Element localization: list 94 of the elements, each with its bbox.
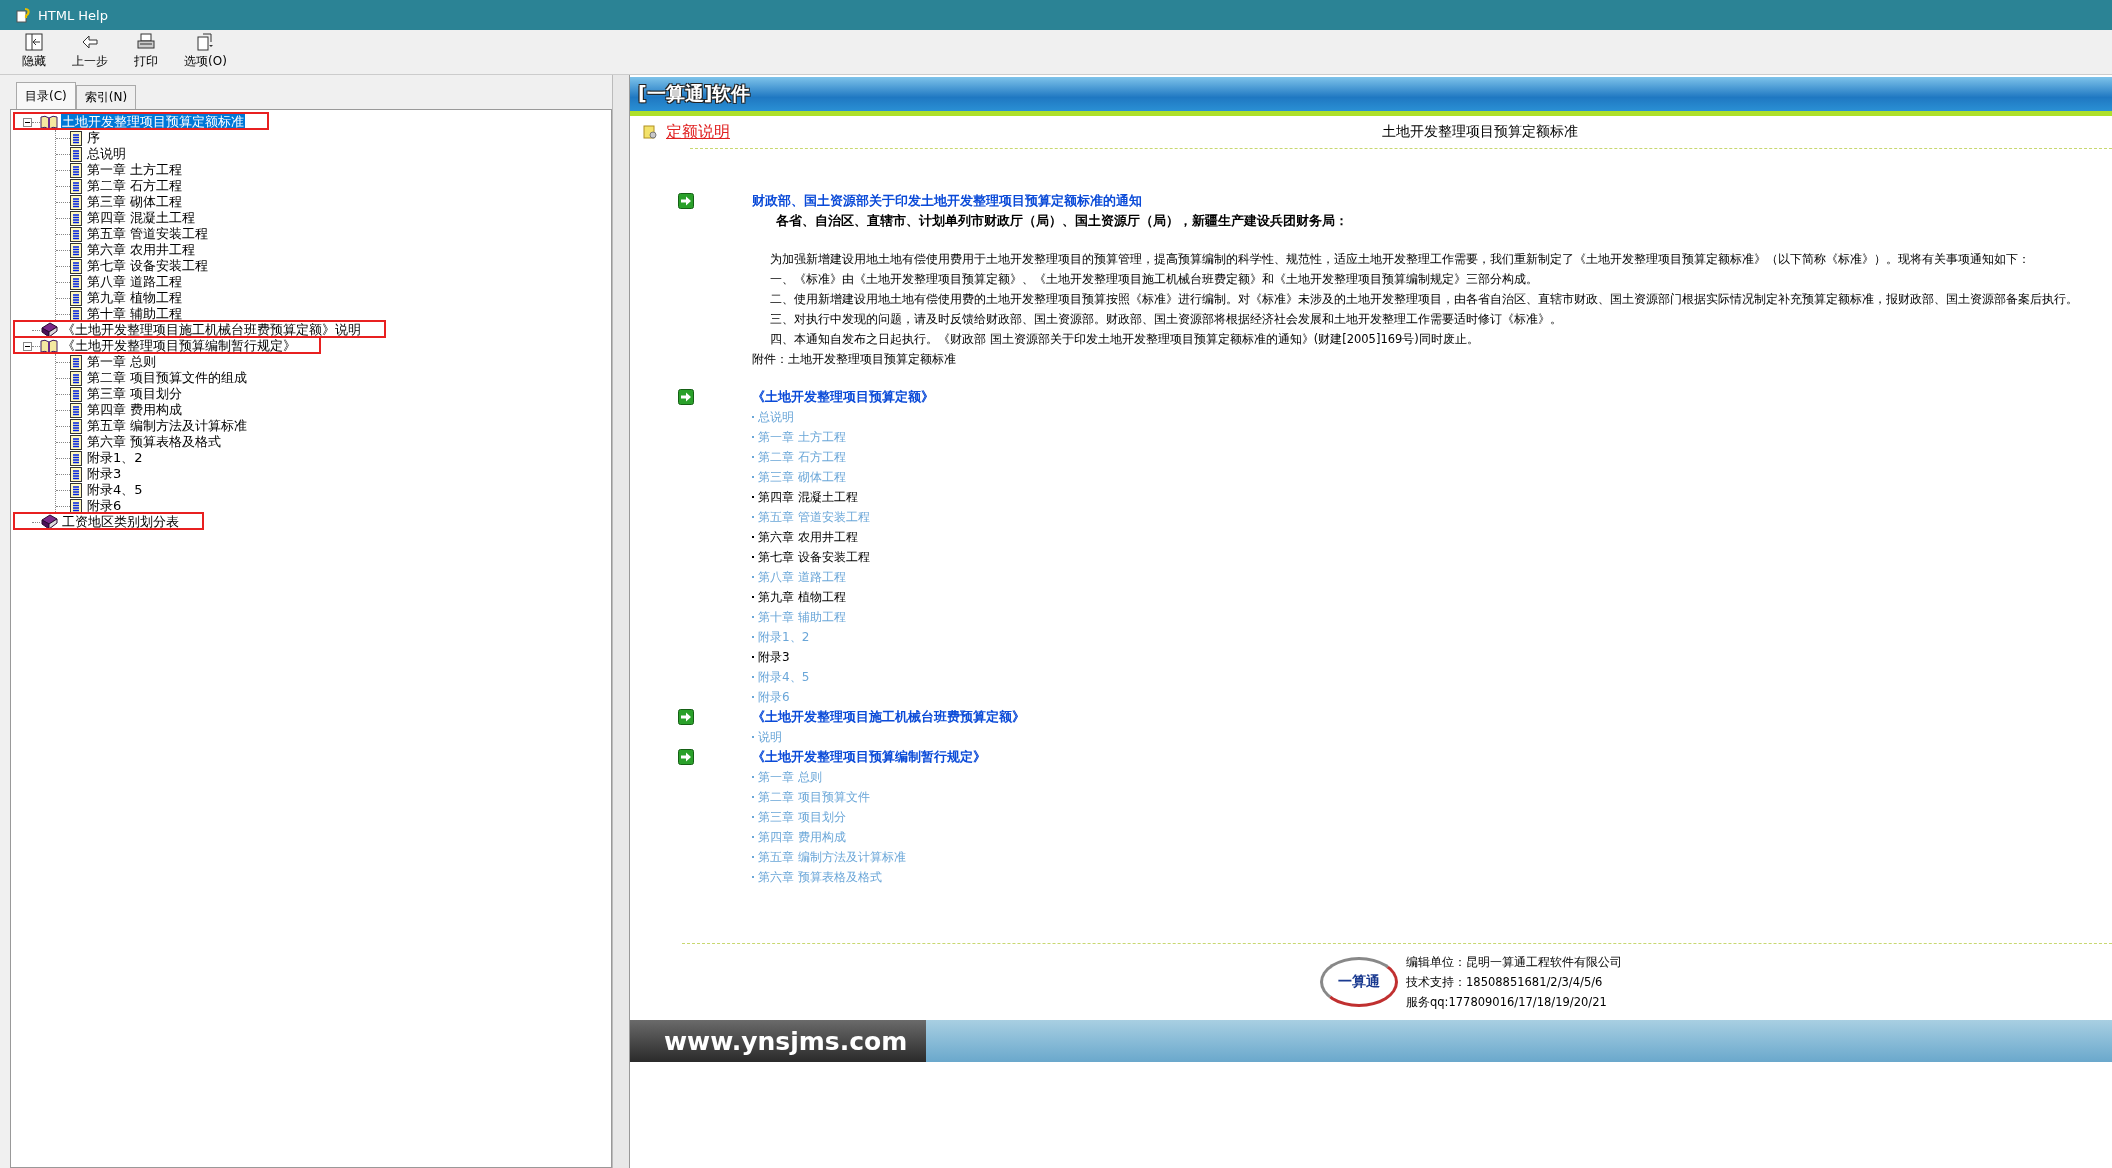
- tree-item[interactable]: 附录4、5: [86, 482, 144, 498]
- help-icon: [16, 7, 32, 23]
- tree-item[interactable]: 第三章 砌体工程: [86, 194, 184, 210]
- tree-item[interactable]: 附录1、2: [86, 450, 144, 466]
- left-arrow-icon: [81, 33, 99, 51]
- page-icon: [70, 370, 82, 386]
- page-icon: [70, 130, 82, 146]
- page-icon: [70, 146, 82, 162]
- hide-button[interactable]: 隐藏: [16, 30, 52, 74]
- company-logo: 一算通: [1320, 957, 1398, 1007]
- tree-item[interactable]: 第六章 农用井工程: [86, 242, 197, 258]
- section-heading[interactable]: 《土地开发整理项目预算编制暂行规定》: [752, 747, 986, 767]
- tab[interactable]: 索引(N): [75, 85, 137, 109]
- page-icon: [70, 306, 82, 322]
- page-icon: [70, 290, 82, 306]
- tree-item[interactable]: 第五章 管道安装工程: [86, 226, 210, 242]
- chapter-link[interactable]: 第四章 混凝土工程: [752, 487, 934, 507]
- tree-item[interactable]: 第四章 费用构成: [86, 402, 184, 418]
- collapse-icon[interactable]: [23, 341, 32, 351]
- page-icon: [70, 274, 82, 290]
- book-icon: [40, 322, 58, 338]
- tree-item[interactable]: 第十章 辅助工程: [86, 306, 184, 322]
- page-icon: [70, 226, 82, 242]
- tree-item[interactable]: 第二章 项目预算文件的组成: [86, 370, 249, 386]
- notice-paragraph: 一、《标准》由《土地开发整理项目预算定额》、《土地开发整理项目施工机械台班费定额》和《土地开发整理项目预算编制规定》三部分构成。: [770, 271, 1539, 288]
- page-icon: [70, 178, 82, 194]
- open-book-icon: [40, 114, 58, 130]
- tree-item[interactable]: 《土地开发整理项目施工机械台班费预算定额》说明: [61, 322, 362, 338]
- page-icon: [70, 402, 82, 418]
- page-icon: [70, 210, 82, 226]
- tree-item[interactable]: 第一章 总则: [86, 354, 158, 370]
- page-icon: [70, 418, 82, 434]
- page-icon: [70, 258, 82, 274]
- tree-item[interactable]: 附录3: [86, 466, 123, 482]
- section-heading[interactable]: 《土地开发整理项目预算定额》: [752, 387, 934, 407]
- page-icon: [70, 498, 82, 514]
- document-icon: [196, 33, 215, 51]
- chapter-link[interactable]: 第七章 设备安装工程: [752, 547, 934, 567]
- note-icon: [642, 124, 658, 140]
- notice-paragraph: 二、使用新增建设用地土地有偿使用费的土地开发整理项目预算按照《标准》进行编制。对《标准》未涉及的土地开发整理项目，由各省自治区、直辖市财政、国土资源部门根据实际情况制定补充预算定额标准，报财政部、国土资源部备案后执行。: [770, 291, 2078, 308]
- tree-item[interactable]: 总说明: [86, 146, 127, 162]
- panel-icon: [25, 33, 43, 51]
- notice-paragraph: 为加强新增建设用地土地有偿使用费用于土地开发整理项目的预算管理，提高预算编制的科学性、规范性，适应土地开发整理工作需要，我们重新制定了《土地开发整理项目预算定额标准》（以下简称《标准》）。现将有关事项通知如下：: [770, 251, 2031, 268]
- page-icon: [70, 386, 82, 402]
- arrow-icon[interactable]: [678, 749, 694, 765]
- page-icon: [70, 434, 82, 450]
- options-button[interactable]: 选项(O): [178, 30, 233, 74]
- notice-paragraph: 四、本通知自发布之日起执行。《财政部 国土资源部关于印发土地开发整理项目预算定额标准的通知》(财建[2005]169号)同时废止。: [770, 331, 1480, 348]
- page-icon: [70, 162, 82, 178]
- tree-item[interactable]: 《土地开发整理项目预算编制暂行规定》: [61, 338, 297, 354]
- page-icon: [70, 194, 82, 210]
- section-link[interactable]: 定额说明: [666, 121, 730, 143]
- chapter-link[interactable]: 附录3: [752, 647, 934, 667]
- tree-item[interactable]: 第六章 预算表格及格式: [86, 434, 223, 450]
- printer-icon: [137, 33, 155, 51]
- tab[interactable]: 目录(C): [16, 82, 76, 109]
- tree-item[interactable]: 第九章 植物工程: [86, 290, 184, 306]
- arrow-icon[interactable]: [678, 389, 694, 405]
- arrow-icon[interactable]: [678, 193, 694, 209]
- tree-item[interactable]: 第八章 道路工程: [86, 274, 184, 290]
- open-book-icon: [40, 338, 58, 354]
- page-icon: [70, 354, 82, 370]
- attachment-text: 附件：土地开发整理项目预算定额标准: [752, 351, 957, 368]
- tree-item[interactable]: 序: [86, 130, 101, 146]
- page-icon: [70, 242, 82, 258]
- print-button[interactable]: 打印: [128, 30, 164, 74]
- footer-text: 服务qq:177809016/17/18/19/20/21: [1406, 994, 1608, 1011]
- tree-item[interactable]: 第三章 项目划分: [86, 386, 184, 402]
- tree-item[interactable]: 第一章 土方工程: [86, 162, 184, 178]
- tree-item[interactable]: 第五章 编制方法及计算标准: [86, 418, 249, 434]
- arrow-icon[interactable]: [678, 709, 694, 725]
- book-icon: [40, 514, 58, 530]
- window-title: HTML Help: [38, 7, 108, 23]
- section-heading[interactable]: 《土地开发整理项目施工机械台班费预算定额》: [752, 707, 1025, 727]
- page-icon: [70, 466, 82, 482]
- tree-item[interactable]: 第二章 石方工程: [86, 178, 184, 194]
- notice-paragraph: 三、对执行中发现的问题，请及时反馈给财政部、国土资源部。财政部、国土资源部将根据经济社会发展和土地开发整理工作需要适时修订《标准》。: [770, 311, 1563, 328]
- notice-heading[interactable]: 财政部、国土资源部关于印发土地开发整理项目预算定额标准的通知: [752, 191, 2078, 211]
- page-icon: [70, 450, 82, 466]
- addressee-text: 各省、自治区、直辖市、计划单列市财政厅（局）、国土资源厅（局），新疆生产建设兵团财务局：: [775, 212, 1349, 230]
- page-title: 土地开发整理项目预算定额标准: [1382, 123, 1578, 141]
- footer-text: 编辑单位：昆明一算通工程软件有限公司: [1406, 954, 1622, 971]
- chapter-link[interactable]: 第六章 农用井工程: [752, 527, 934, 547]
- tree-item[interactable]: 第四章 混凝土工程: [86, 210, 197, 226]
- tree-item[interactable]: 第七章 设备安装工程: [86, 258, 210, 274]
- page-icon: [70, 482, 82, 498]
- footer-text: 技术支持：18508851681/2/3/4/5/6: [1406, 974, 1604, 991]
- banner-title: [一算通]软件: [638, 81, 751, 106]
- site-address: www.ynsjms.com: [630, 1020, 926, 1062]
- chapter-link[interactable]: 第九章 植物工程: [752, 587, 934, 607]
- collapse-icon[interactable]: [23, 117, 32, 127]
- back-button[interactable]: 上一步: [66, 30, 114, 74]
- tree-item[interactable]: 附录6: [86, 498, 123, 514]
- tree-item[interactable]: 工资地区类别划分表: [61, 514, 180, 530]
